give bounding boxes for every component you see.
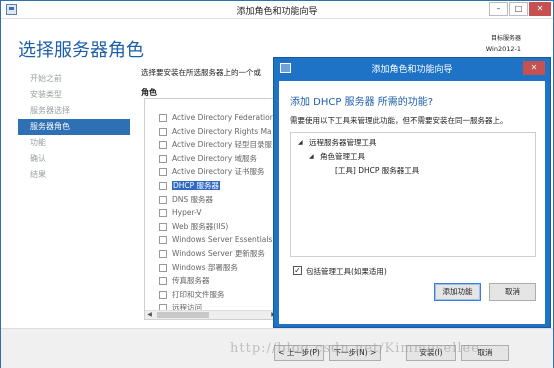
role-label: Active Directory Federation — [172, 113, 275, 122]
add-features-button[interactable]: 添加功能 — [434, 283, 481, 301]
role-label: Hyper-V — [172, 208, 202, 218]
step-confirmation[interactable]: 确认 — [18, 151, 130, 167]
step-results[interactable]: 结果 — [18, 167, 130, 183]
role-label: DHCP 服务器 — [172, 180, 221, 190]
role-checkbox[interactable] — [159, 277, 167, 286]
role-item[interactable]: DNS 服务器 — [145, 193, 278, 207]
step-server-selection[interactable]: 服务器选择 — [18, 103, 130, 119]
watermark: http://blog.csdn.net/Kimmosellee — [230, 341, 480, 356]
role-checkbox[interactable] — [159, 181, 167, 190]
role-label: Active Directory Rights Ma — [172, 126, 272, 136]
role-label: Windows 部署服务 — [172, 262, 238, 272]
role-label: Active Directory 轻型目录服 — [172, 140, 273, 150]
role-checkbox[interactable] — [159, 114, 167, 122]
role-item-dhcp[interactable]: DHCP 服务器 — [145, 179, 278, 193]
add-features-dialog: 添加角色和功能向导 ✕ 添加 DHCP 服务器 所需的功能? 需要使用以下工具来… — [273, 57, 551, 328]
dialog-title-bar: 添加角色和功能向导 ✕ — [274, 58, 550, 79]
step-features[interactable]: 功能 — [18, 135, 130, 151]
window-title: 添加角色和功能向导 — [236, 7, 318, 17]
role-label: Windows Server 更新服务 — [172, 248, 265, 258]
roles-list[interactable]: Active Directory Federation Active Direc… — [144, 98, 279, 320]
role-checkbox[interactable] — [159, 127, 167, 136]
role-label: 打印和文件服务 — [172, 289, 225, 299]
maximize-button[interactable]: □ — [509, 2, 528, 16]
role-item[interactable]: Active Directory Federation — [145, 111, 278, 125]
dialog-body: 添加 DHCP 服务器 所需的功能? 需要使用以下工具来管理此功能，但不需要安装… — [279, 81, 545, 324]
role-item[interactable]: Active Directory 域服务 — [145, 152, 278, 166]
role-checkbox[interactable] — [159, 141, 167, 150]
role-item[interactable]: 打印和文件服务 — [145, 288, 278, 302]
role-item[interactable]: Windows 部署服务 — [145, 261, 278, 275]
wizard-steps-sidebar: 开始之前 安装类型 服务器选择 服务器角色 功能 确认 结果 — [18, 71, 130, 183]
role-checkbox[interactable] — [159, 154, 167, 163]
step-installation-type[interactable]: 安装类型 — [18, 87, 130, 103]
dialog-description: 需要使用以下工具来管理此功能，但不需要安装在同一服务器上。 — [290, 116, 508, 125]
close-button[interactable]: ✕ — [529, 2, 551, 16]
role-checkbox[interactable] — [159, 222, 167, 231]
scroll-left-icon[interactable]: ◀ — [145, 311, 154, 319]
main-content: 选择要安装在所选服务器上的一个或 角色 — [141, 67, 261, 97]
expanded-triangle-icon[interactable]: ◢ — [298, 139, 303, 146]
role-item[interactable]: Active Directory Rights Ma — [145, 125, 278, 139]
role-checkbox[interactable] — [159, 263, 167, 272]
title-bar: 添加角色和功能向导 – □ ✕ — [1, 1, 553, 19]
role-checkbox[interactable] — [159, 195, 167, 204]
target-server: 目标服务器 Win2012-1 — [486, 34, 521, 54]
include-tools-checkbox[interactable]: ✓ — [293, 266, 302, 275]
role-checkbox[interactable] — [159, 290, 167, 299]
expanded-triangle-icon[interactable]: ◢ — [309, 153, 314, 160]
tree-node-remote-admin-tools[interactable]: 远程服务器管理工具 — [309, 137, 377, 148]
target-server-value: Win2012-1 — [485, 45, 521, 53]
role-item[interactable]: Web 服务器(IIS) — [145, 220, 278, 234]
role-label: Web 服务器(IIS) — [172, 221, 229, 231]
role-checkbox[interactable] — [159, 249, 167, 258]
step-before-you-begin[interactable]: 开始之前 — [18, 71, 130, 87]
role-item[interactable]: 传真服务器 — [145, 274, 278, 288]
step-server-roles[interactable]: 服务器角色 — [18, 119, 130, 135]
role-label: Windows Server Essentials — [172, 235, 273, 245]
role-item[interactable]: Hyper-V — [145, 206, 278, 220]
role-checkbox[interactable] — [159, 168, 167, 177]
tree-node-dhcp-tools[interactable]: [工具] DHCP 服务器工具 — [335, 165, 419, 176]
page-title: 选择服务器角色 — [18, 40, 144, 61]
role-label: 传真服务器 — [172, 276, 210, 286]
dialog-heading: 添加 DHCP 服务器 所需的功能? — [290, 97, 434, 108]
dialog-close-button[interactable]: ✕ — [523, 61, 545, 75]
role-item[interactable]: Active Directory 轻型目录服 — [145, 138, 278, 152]
tree-node-role-admin-tools[interactable]: 角色管理工具 — [320, 151, 365, 162]
role-label: Active Directory 域服务 — [172, 153, 258, 163]
include-tools-label: 包括管理工具(如果适用) — [306, 267, 387, 276]
role-checkbox[interactable] — [159, 236, 167, 245]
role-item[interactable]: Windows Server Essentials — [145, 233, 278, 247]
roles-intro-text: 选择要安装在所选服务器上的一个或 — [141, 68, 261, 77]
features-tree[interactable]: ◢ 远程服务器管理工具 ◢ 角色管理工具 [工具] DHCP 服务器工具 — [290, 132, 536, 257]
dialog-title: 添加角色和功能向导 — [371, 65, 453, 75]
role-label: Active Directory 证书服务 — [172, 167, 265, 177]
role-item[interactable]: Active Directory 证书服务 — [145, 165, 278, 179]
roles-header: 角色 — [141, 88, 157, 97]
window-controls: – □ ✕ — [489, 2, 551, 16]
target-server-label: 目标服务器 — [490, 35, 521, 42]
minimize-button[interactable]: – — [489, 2, 508, 16]
role-item[interactable]: Windows Server 更新服务 — [145, 247, 278, 261]
scroll-thumb[interactable] — [157, 312, 209, 318]
role-checkbox[interactable] — [159, 209, 167, 218]
role-label: DNS 服务器 — [172, 194, 214, 204]
dialog-cancel-button[interactable]: 取消 — [489, 283, 536, 301]
horizontal-scrollbar[interactable]: ◀ ▶ — [145, 310, 278, 319]
include-tools-option[interactable]: ✓ 包括管理工具(如果适用) — [293, 266, 387, 277]
